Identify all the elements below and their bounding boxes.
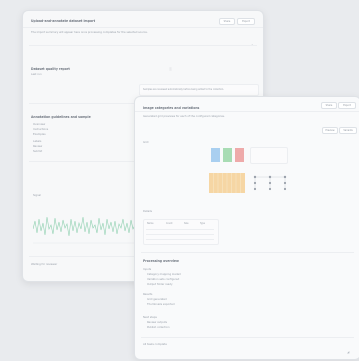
grid-label: Grid (143, 141, 149, 144)
front-window: Image categories and variations Share Ex… (134, 96, 359, 360)
divider (29, 45, 257, 46)
divider (141, 252, 354, 253)
note-panel: Samples are reviewed automatically befor… (139, 84, 259, 96)
list-item: Review outputs (147, 321, 167, 324)
list-item: Review (33, 145, 43, 148)
list-heading: Next steps (143, 316, 157, 319)
list-item: Grid generated (147, 298, 167, 301)
list-heading: Inputs (143, 268, 152, 271)
list-item: Category mapping loaded (147, 273, 181, 276)
list-item: Overview (33, 123, 46, 126)
chevron-down-icon[interactable]: ⌄ (251, 43, 254, 46)
table-header: Type (200, 222, 206, 225)
section-title: Annotation guidelines and sample (31, 115, 91, 119)
table-label: Details (143, 210, 152, 213)
info-icon: ⓘ (169, 67, 173, 71)
tab-variants[interactable]: Variants (339, 127, 357, 134)
list-item: Instructions (33, 128, 49, 131)
tab-preview[interactable]: Preview (322, 127, 338, 134)
category-swatch[interactable] (211, 148, 220, 162)
details-table: Name Count Size Type (143, 219, 219, 245)
divider (141, 337, 354, 338)
export-button[interactable]: Export (338, 102, 356, 109)
list-item: Variation sets configured (147, 278, 180, 281)
variation-diagram (253, 175, 287, 191)
table-header: Size (184, 222, 189, 225)
table-header: Count (166, 222, 173, 225)
list-item: Output folder ready (147, 283, 173, 286)
preview-panel (250, 147, 288, 164)
signal-chart (33, 216, 141, 244)
table-row[interactable] (146, 229, 214, 230)
section-title: Dataset quality report (31, 67, 70, 71)
table-header: Name (147, 222, 154, 225)
list-item: Thumbnails exported (147, 303, 175, 306)
list-item: Labels (33, 140, 42, 143)
section-subtitle: Last run (31, 73, 42, 76)
list-heading: Results (143, 293, 153, 296)
divider (23, 27, 263, 28)
list-item: Submit (33, 150, 43, 153)
list-item: Publish collection (147, 326, 170, 329)
divider (29, 161, 139, 162)
list-item: Examples (33, 133, 46, 136)
divider (135, 111, 359, 112)
chart-caption: Signal (33, 194, 41, 197)
subtitle: Generated grid previews for each of the … (143, 115, 225, 118)
signal-line (33, 216, 141, 237)
table-row[interactable] (146, 234, 214, 235)
resize-handle-icon[interactable]: ◢ (347, 351, 349, 354)
footer-status: Waiting for reviewer (31, 263, 58, 266)
front-window-title: Image categories and variations (143, 106, 200, 110)
section-title: Processing overview (143, 259, 179, 263)
export-button[interactable]: Export (237, 18, 255, 25)
share-button[interactable]: Share (219, 18, 235, 25)
category-swatch[interactable] (223, 148, 232, 162)
back-window-title: Upload-and-annotate dataset import (31, 19, 96, 23)
share-button[interactable]: Share (321, 102, 337, 109)
footer-status: All tasks complete (143, 343, 167, 346)
variation-grid (209, 173, 245, 193)
category-swatch[interactable] (235, 148, 244, 162)
intro-text: The import summary will appear here once… (31, 31, 148, 34)
table-row[interactable] (146, 239, 214, 240)
note-text: Samples are reviewed automatically befor… (143, 88, 225, 91)
